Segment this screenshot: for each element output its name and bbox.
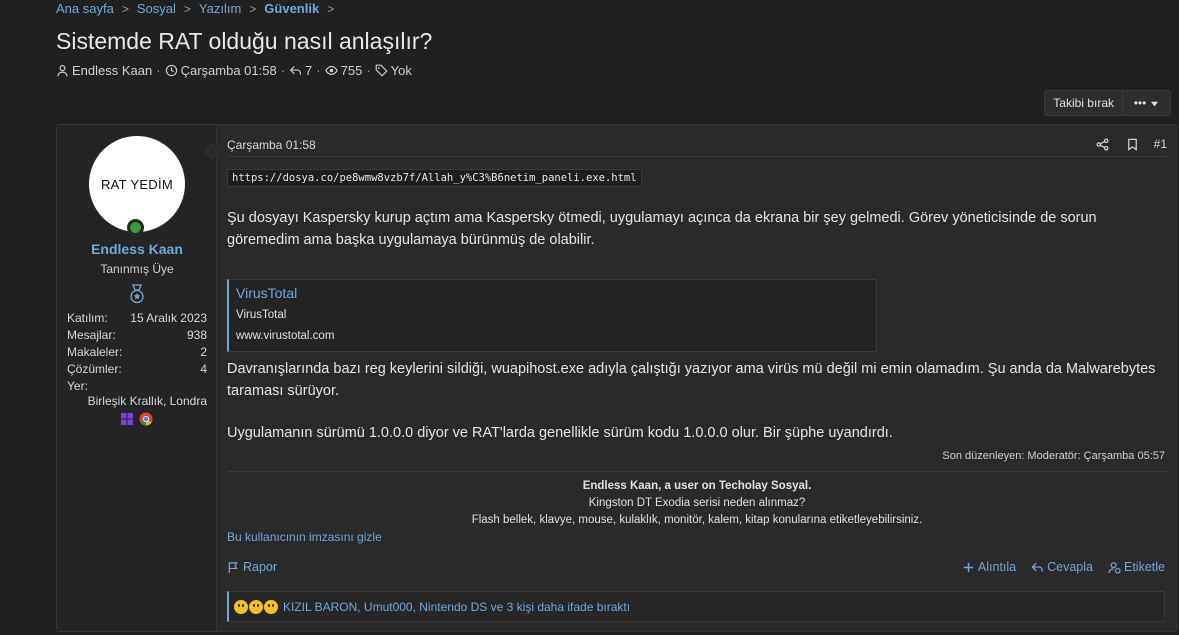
more-options-button[interactable]: ••• [1123,90,1171,116]
thread-replies-count: 7 [305,63,313,78]
post-number[interactable]: #1 [1154,137,1167,151]
chevron-right-icon: > [183,1,191,16]
stat-articles: Makaleler: 2 [67,345,207,359]
report-button[interactable]: Rapor [227,560,277,574]
cool-emoji-icon [264,599,278,614]
user-title: Tanınmış Üye [100,262,174,276]
signature-line-1: Endless Kaan, a user on Techolay Sosyal. [582,480,812,492]
last-edited: Son düzenleyen: Moderatör: Çarşamba 05:5… [942,450,1165,462]
thread-tags: Yok [375,63,412,78]
embed-domain: www.virustotal.com [236,330,335,342]
user-tag-icon [1108,561,1121,574]
reactions-bar[interactable]: KIZIL BARON, Umut000, Nintendo DS ve 3 k… [227,591,1165,622]
share-icon[interactable] [1096,138,1109,151]
breadcrumb-social[interactable]: Sosyal [137,1,176,16]
thread-views-count: 755 [340,63,363,78]
clock-icon [165,64,177,77]
flag-icon [228,561,238,573]
tag-user-label: Etiketle [1124,560,1165,574]
user-stats: Katılım: 15 Aralık 2023 Mesajlar: 938 Maka… [67,310,207,395]
report-label: Rapor [243,560,278,574]
thread-author-name: Endless Kaan [72,63,153,78]
more-options-label: ••• [1133,96,1147,110]
user-badges [120,412,158,426]
chevron-right-icon: > [121,1,129,16]
thread-date[interactable]: Çarşamba 01:58 [165,63,277,78]
reply-icon [289,66,301,75]
link-embed[interactable]: VirusTotal VirusTotal www.virustotal.com [227,279,877,352]
chevron-right-icon: > [249,1,257,16]
medal-icon[interactable] [128,284,146,304]
signature-link[interactable]: Kingston DT Exodia serisi neden alınmaz? [227,497,1167,509]
thinking-emoji-icon [249,599,263,614]
stat-location: Yer: [67,379,88,393]
laugh-emoji-icon [234,599,248,614]
thread-author[interactable]: Endless Kaan [56,63,152,78]
reactions-text[interactable]: KIZIL BARON, Umut000, Nintendo DS ve 3 k… [283,600,630,614]
stat-messages: Mesajlar: 938 [67,328,207,342]
chevron-right-icon: > [327,1,335,16]
thread-tags-text: Yok [390,63,412,78]
chrome-icon [139,412,153,426]
embed-subtitle: VirusTotal [236,309,287,321]
breadcrumb-security[interactable]: Güvenlik [264,1,319,16]
embed-title[interactable]: VirusTotal [236,285,297,301]
breadcrumb-home[interactable]: Ana sayfa [56,1,114,16]
online-status-icon [127,219,144,236]
reply-button[interactable]: Cevapla [1031,560,1093,574]
post-content: Çarşamba 01:58 #1 https://dosya.co/pe8wm… [227,125,1167,631]
hide-signature-link[interactable]: Bu kullanıcının imzasını gizle [227,530,382,544]
user-panel: RAT YEDİM Endless Kaan Tanınmış Üye Katı… [57,125,217,631]
avatar[interactable]: RAT YEDİM [89,136,185,232]
post-tools: #1 [1079,137,1167,151]
thread-meta: Endless Kaan · Çarşamba 01:58 · 7 · 755 … [56,63,412,78]
post: RAT YEDİM Endless Kaan Tanınmış Üye Katı… [56,124,1177,632]
quote-button[interactable]: Alıntıla [962,560,1016,574]
user-icon [57,65,68,77]
bookmark-icon[interactable] [1126,138,1139,151]
post-paragraph-2: Davranışlarında bazı reg keylerini sildi… [227,361,1156,399]
post-actions: Rapor Alıntıla Cevapla Etiketle [227,560,1167,578]
eye-icon [324,66,338,75]
post-url-code: https://dosya.co/pe8wmw8vzb7f/Allah_y%C3… [227,169,642,187]
plus-icon [963,562,974,572]
page-title: Sistemde RAT olduğu nasıl anlaşılır? [56,28,433,54]
post-paragraph-1: Şu dosyayı Kaspersky kurup açtım ama Kas… [227,210,1097,248]
reply-icon [1031,562,1043,572]
stat-solutions: Çözümler: 4 [67,362,207,376]
tag-user-button[interactable]: Etiketle [1108,560,1165,574]
signature-line-3: Flash bellek, klavye, mouse, kulaklık, m… [471,514,923,526]
thread-actions: Takibi bırak ••• [1044,90,1171,116]
username[interactable]: Endless Kaan [57,241,217,257]
thread-views: 755 [324,63,363,78]
thread-date-text: Çarşamba 01:58 [180,63,277,78]
unfollow-button[interactable]: Takibi bırak [1044,90,1123,116]
stat-joined: Katılım: 15 Aralık 2023 [67,311,207,325]
user-location: Birleşik Krallık, Londra [87,394,207,408]
windows-icon [121,413,133,425]
reply-label: Cevapla [1047,560,1093,574]
breadcrumb-software[interactable]: Yazılım [199,1,241,16]
breadcrumb: Ana sayfa > Sosyal > Yazılım > Güvenlik … [56,1,342,16]
post-date[interactable]: Çarşamba 01:58 [227,138,316,152]
post-paragraph-3: Uygulamanın sürümü 1.0.0.0 diyor ve RAT'… [227,425,893,441]
quote-label: Alıntıla [977,560,1017,574]
thread-replies: 7 [289,63,312,78]
caret-down-icon [1151,101,1159,106]
post-header: Çarşamba 01:58 #1 [227,137,1167,158]
tag-icon [375,64,388,77]
